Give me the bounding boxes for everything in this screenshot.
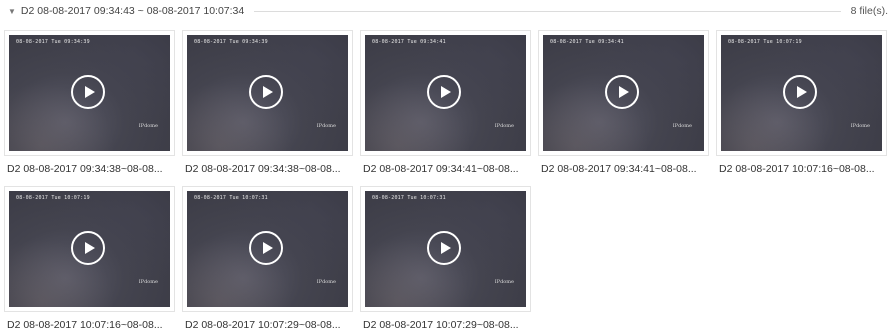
play-icon[interactable] <box>249 231 283 265</box>
file-tile[interactable]: 08-08-2017 Tue 10:07:19 IPdome D2 08-08-… <box>716 30 887 178</box>
play-icon[interactable] <box>427 231 461 265</box>
file-tile[interactable]: 08-08-2017 Tue 09:34:39 IPdome D2 08-08-… <box>182 30 353 178</box>
thumbnail-frame[interactable]: 08-08-2017 Tue 10:07:31 IPdome <box>182 186 353 312</box>
group-title: D2 08-08-2017 09:34:43 ~ 08-08-2017 10:0… <box>20 5 245 17</box>
thumbnail-frame[interactable]: 08-08-2017 Tue 10:07:19 IPdome <box>716 30 887 156</box>
osd-timestamp: 08-08-2017 Tue 10:07:19 <box>728 39 802 45</box>
thumbnail-grid: 08-08-2017 Tue 09:34:39 IPdome D2 08-08-… <box>4 30 890 331</box>
file-tile[interactable]: 08-08-2017 Tue 10:07:31 IPdome D2 08-08-… <box>360 186 531 331</box>
play-icon[interactable] <box>427 75 461 109</box>
play-icon[interactable] <box>249 75 283 109</box>
thumbnail-frame[interactable]: 08-08-2017 Tue 09:34:41 IPdome <box>360 30 531 156</box>
osd-camera-name: IPdome <box>494 123 514 129</box>
osd-timestamp: 08-08-2017 Tue 09:34:41 <box>550 39 624 45</box>
video-thumbnail[interactable]: 08-08-2017 Tue 09:34:39 IPdome <box>9 35 170 151</box>
thumbnail-frame[interactable]: 08-08-2017 Tue 09:34:39 IPdome <box>4 30 175 156</box>
file-tile[interactable]: 08-08-2017 Tue 09:34:41 IPdome D2 08-08-… <box>538 30 709 178</box>
osd-timestamp: 08-08-2017 Tue 09:34:39 <box>16 39 90 45</box>
video-thumbnail[interactable]: 08-08-2017 Tue 10:07:31 IPdome <box>365 191 526 307</box>
osd-timestamp: 08-08-2017 Tue 10:07:19 <box>16 195 90 201</box>
osd-camera-name: IPdome <box>138 123 158 129</box>
play-icon[interactable] <box>71 75 105 109</box>
play-icon[interactable] <box>783 75 817 109</box>
thumbnail-frame[interactable]: 08-08-2017 Tue 09:34:41 IPdome <box>538 30 709 156</box>
header-divider <box>254 10 841 12</box>
play-icon[interactable] <box>71 231 105 265</box>
video-thumbnail[interactable]: 08-08-2017 Tue 10:07:19 IPdome <box>721 35 882 151</box>
collapse-caret-icon[interactable]: ▼ <box>8 7 16 16</box>
video-thumbnail[interactable]: 08-08-2017 Tue 10:07:31 IPdome <box>187 191 348 307</box>
osd-camera-name: IPdome <box>316 279 336 285</box>
osd-camera-name: IPdome <box>138 279 158 285</box>
file-caption: D2 08-08-2017 10:07:16~08-08... <box>7 319 163 331</box>
thumbnail-frame[interactable]: 08-08-2017 Tue 10:07:19 IPdome <box>4 186 175 312</box>
file-caption: D2 08-08-2017 09:34:38~08-08... <box>185 163 341 175</box>
osd-timestamp: 08-08-2017 Tue 10:07:31 <box>194 195 268 201</box>
file-caption: D2 08-08-2017 09:34:41~08-08... <box>363 163 519 175</box>
osd-camera-name: IPdome <box>494 279 514 285</box>
video-thumbnail[interactable]: 08-08-2017 Tue 09:34:41 IPdome <box>365 35 526 151</box>
file-caption: D2 08-08-2017 10:07:16~08-08... <box>719 163 875 175</box>
osd-camera-name: IPdome <box>672 123 692 129</box>
play-icon[interactable] <box>605 75 639 109</box>
video-thumbnail[interactable]: 08-08-2017 Tue 10:07:19 IPdome <box>9 191 170 307</box>
file-caption: D2 08-08-2017 09:34:41~08-08... <box>541 163 697 175</box>
thumbnail-frame[interactable]: 08-08-2017 Tue 09:34:39 IPdome <box>182 30 353 156</box>
file-tile[interactable]: 08-08-2017 Tue 09:34:39 IPdome D2 08-08-… <box>4 30 175 178</box>
osd-timestamp: 08-08-2017 Tue 09:34:39 <box>194 39 268 45</box>
osd-camera-name: IPdome <box>316 123 336 129</box>
thumbnail-frame[interactable]: 08-08-2017 Tue 10:07:31 IPdome <box>360 186 531 312</box>
file-count: 8 file(s). <box>850 5 888 17</box>
file-caption: D2 08-08-2017 10:07:29~08-08... <box>363 319 519 331</box>
osd-timestamp: 08-08-2017 Tue 09:34:41 <box>372 39 446 45</box>
file-group-header: ▼ D2 08-08-2017 09:34:43 ~ 08-08-2017 10… <box>8 0 888 22</box>
video-thumbnail[interactable]: 08-08-2017 Tue 09:34:39 IPdome <box>187 35 348 151</box>
osd-timestamp: 08-08-2017 Tue 10:07:31 <box>372 195 446 201</box>
video-thumbnail[interactable]: 08-08-2017 Tue 09:34:41 IPdome <box>543 35 704 151</box>
osd-camera-name: IPdome <box>850 123 870 129</box>
file-caption: D2 08-08-2017 09:34:38~08-08... <box>7 163 163 175</box>
file-tile[interactable]: 08-08-2017 Tue 10:07:19 IPdome D2 08-08-… <box>4 186 175 331</box>
file-caption: D2 08-08-2017 10:07:29~08-08... <box>185 319 341 331</box>
file-tile[interactable]: 08-08-2017 Tue 10:07:31 IPdome D2 08-08-… <box>182 186 353 331</box>
file-tile[interactable]: 08-08-2017 Tue 09:34:41 IPdome D2 08-08-… <box>360 30 531 178</box>
